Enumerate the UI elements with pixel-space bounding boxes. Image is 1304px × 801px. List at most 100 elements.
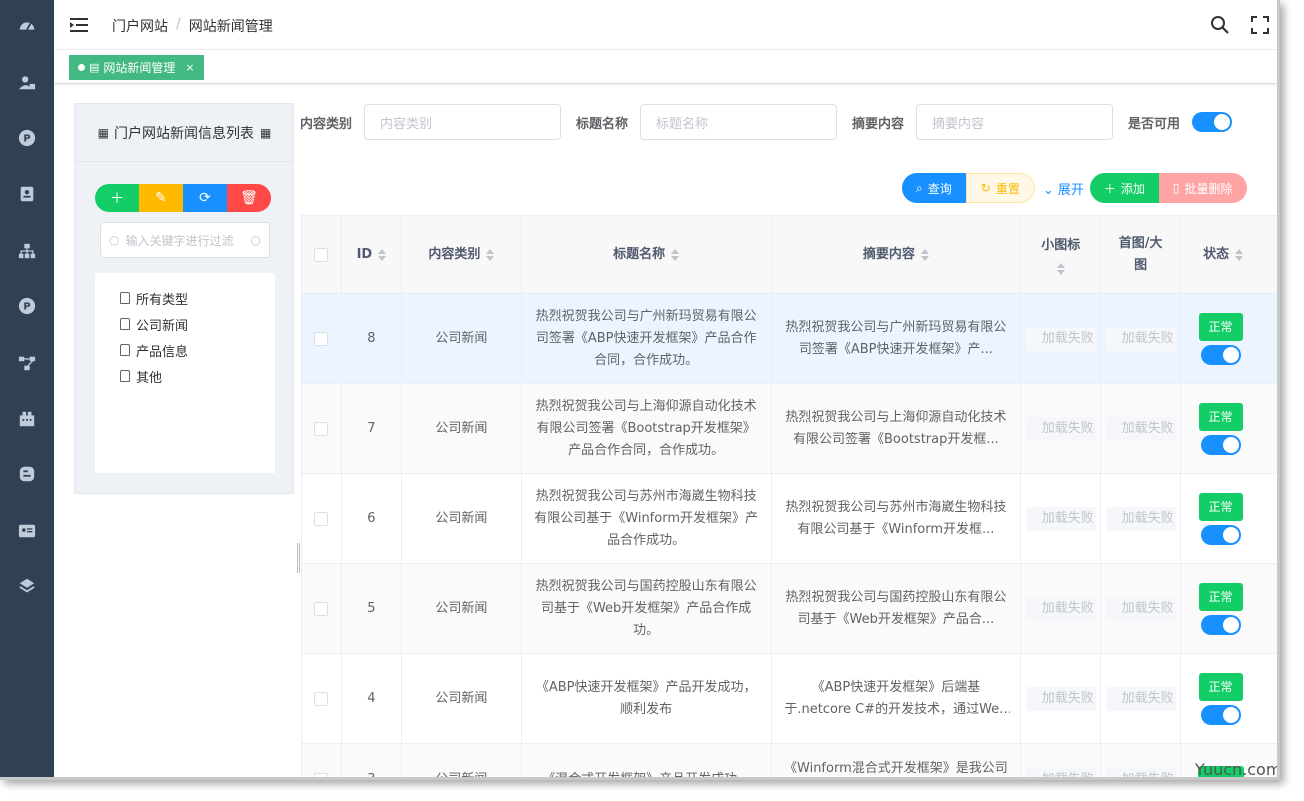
image-load-failed[interactable]: 加载失败 [1105,686,1176,711]
col-status[interactable]: 状态 [1181,216,1277,293]
status-toggle[interactable] [1200,704,1241,725]
status-toggle[interactable] [1200,344,1241,365]
image-load-failed[interactable]: 加载失败 [1025,416,1096,441]
cell-small-icon: 加载失败 [1021,474,1102,563]
cell-type: 公司新闻 [402,474,522,563]
type-input[interactable]: 内容类别 [364,104,562,140]
title-input[interactable]: 标题名称 [640,104,838,140]
row-checkbox[interactable] [314,772,329,777]
summary-input[interactable]: 摘要内容 [916,104,1114,140]
edit-category-button[interactable]: ✎ [139,184,183,212]
sort-icon[interactable] [671,248,680,261]
image-load-failed[interactable]: 加载失败 [1025,596,1096,621]
image-load-failed[interactable]: 加载失败 [1025,506,1096,531]
status-toggle[interactable] [1200,614,1241,635]
tag-icon [120,344,130,356]
image-load-failed[interactable]: 加载失败 [1025,686,1096,711]
grid-icon-right: ▦ [260,125,271,140]
dashboard-icon[interactable] [17,16,37,36]
status-badge: 正常 [1198,672,1243,701]
batch-delete-button[interactable]: ▯ 批量删除 [1158,173,1247,203]
image-load-failed[interactable]: 加载失败 [1105,596,1176,621]
menu-toggle-icon[interactable] [70,16,88,34]
col-title[interactable]: 标题名称 [522,216,772,293]
col-small-icon[interactable]: 小图标 [1021,216,1102,293]
col-summary[interactable]: 摘要内容 [772,216,1022,293]
parking-icon[interactable]: P [17,128,37,148]
parking-icon-2[interactable]: P [17,296,37,316]
tab-label: 网站新闻管理 [103,61,176,75]
sort-icon[interactable] [920,248,929,261]
expand-link[interactable]: ⌄ 展开 [1035,179,1090,198]
top-navbar: 门户网站 / 网站新闻管理 [54,0,1277,50]
image-load-failed[interactable]: 加载失败 [1025,767,1096,777]
tree-filter-input[interactable]: ○ 输入关键字进行过滤 ○ [100,222,270,258]
reset-button[interactable]: ↻ 重置 [965,173,1035,203]
tree-item-all[interactable]: 所有类型 [95,285,275,311]
image-load-failed[interactable]: 加载失败 [1025,326,1096,351]
cell-small-icon: 加载失败 [1021,654,1102,743]
user-lock-icon[interactable] [17,73,37,93]
delete-category-button[interactable]: 🗑 [227,184,271,212]
cell-status: 正常 [1181,654,1277,743]
table-row[interactable]: 5 公司新闻 热烈祝贺我公司与国药控股山东有限公司基于《Web开发框架》产品合作成功… [302,564,1277,654]
col-type[interactable]: 内容类别 [402,216,522,293]
blogger-icon[interactable] [17,464,37,484]
layers-icon[interactable] [17,576,37,596]
svg-text:P: P [23,134,30,145]
enabled-toggle[interactable] [1192,112,1233,132]
cell-id: 7 [342,384,402,473]
image-load-failed[interactable]: 加载失败 [1105,767,1176,777]
panel-splitter[interactable] [297,543,300,573]
image-load-failed[interactable]: 加载失败 [1105,506,1176,531]
row-checkbox[interactable] [314,511,329,526]
table-body: 8 公司新闻 热烈祝贺我公司与广州新玛贸易有限公司签署《ABP快速开发框架》产品合作… [302,294,1277,777]
table-row[interactable]: 3 公司新闻 《混合式开发框架》产品开发成功， 《Winform混合式开发框架》是我公… [302,744,1277,777]
table-row[interactable]: 6 公司新闻 热烈祝贺我公司与苏州市海崴生物科技有限公司基于《Winform开发框架… [302,474,1277,564]
row-select-cell [302,294,342,383]
cell-type: 公司新闻 [402,744,522,777]
table-row[interactable]: 4 公司新闻 《ABP快速开发框架》产品开发成功，顺利发布 《ABP快速开发框架》后端… [302,654,1277,744]
row-checkbox[interactable] [314,421,329,436]
cell-small-icon: 加载失败 [1021,384,1102,473]
status-toggle[interactable] [1200,434,1241,455]
tree-item-label: 公司新闻 [136,318,189,334]
address-book-icon[interactable] [17,184,37,204]
close-icon[interactable]: × [185,61,194,74]
id-card-icon[interactable] [17,521,37,541]
fullscreen-icon[interactable] [1250,15,1270,35]
col-big-image[interactable]: 首图/大图 [1101,216,1182,293]
tree-item-product-info[interactable]: 产品信息 [95,337,275,363]
col-id[interactable]: ID [342,216,402,293]
table-row[interactable]: 7 公司新闻 热烈祝贺我公司与上海仰源自动化技术有限公司签署《Bootstrap开发… [302,384,1277,474]
add-category-button[interactable]: ＋ [95,184,139,212]
row-checkbox[interactable] [314,691,329,706]
image-load-failed[interactable]: 加载失败 [1105,326,1176,351]
sort-icon[interactable] [378,248,387,261]
row-checkbox[interactable] [314,601,329,616]
cell-big-image: 加载失败 [1101,654,1182,743]
sitemap-icon[interactable] [17,241,37,261]
select-all-checkbox[interactable] [314,247,329,262]
query-button[interactable]: ⌕ 查询 [902,173,966,203]
cell-status: 正常 [1181,384,1277,473]
tree-item-other[interactable]: 其他 [95,363,275,389]
search-icon[interactable] [1210,15,1230,35]
tab-news-management[interactable]: ▤ 网站新闻管理 × [69,55,204,80]
flow-icon[interactable] [17,353,37,373]
sort-icon[interactable] [1056,262,1065,275]
sort-icon[interactable] [486,248,495,261]
refresh-category-button[interactable]: ⟳ [183,184,227,212]
row-checkbox[interactable] [314,331,329,346]
add-button[interactable]: ＋ 添加 [1089,173,1159,203]
status-toggle[interactable] [1200,524,1241,545]
image-load-failed[interactable]: 加载失败 [1105,416,1176,441]
tree-item-company-news[interactable]: 公司新闻 [95,311,275,337]
filter-label-summary: 摘要内容 [852,116,905,132]
tags-view: ▤ 网站新闻管理 × [54,50,1277,84]
sort-icon[interactable] [1235,248,1244,261]
breadcrumb-item-portal[interactable]: 门户网站 [112,16,168,36]
table-row[interactable]: 8 公司新闻 热烈祝贺我公司与广州新玛贸易有限公司签署《ABP快速开发框架》产品合作… [302,294,1277,384]
building-icon[interactable] [17,409,37,429]
cell-title: 热烈祝贺我公司与苏州市海崴生物科技有限公司基于《Winform开发框架》产品合作… [522,474,772,563]
